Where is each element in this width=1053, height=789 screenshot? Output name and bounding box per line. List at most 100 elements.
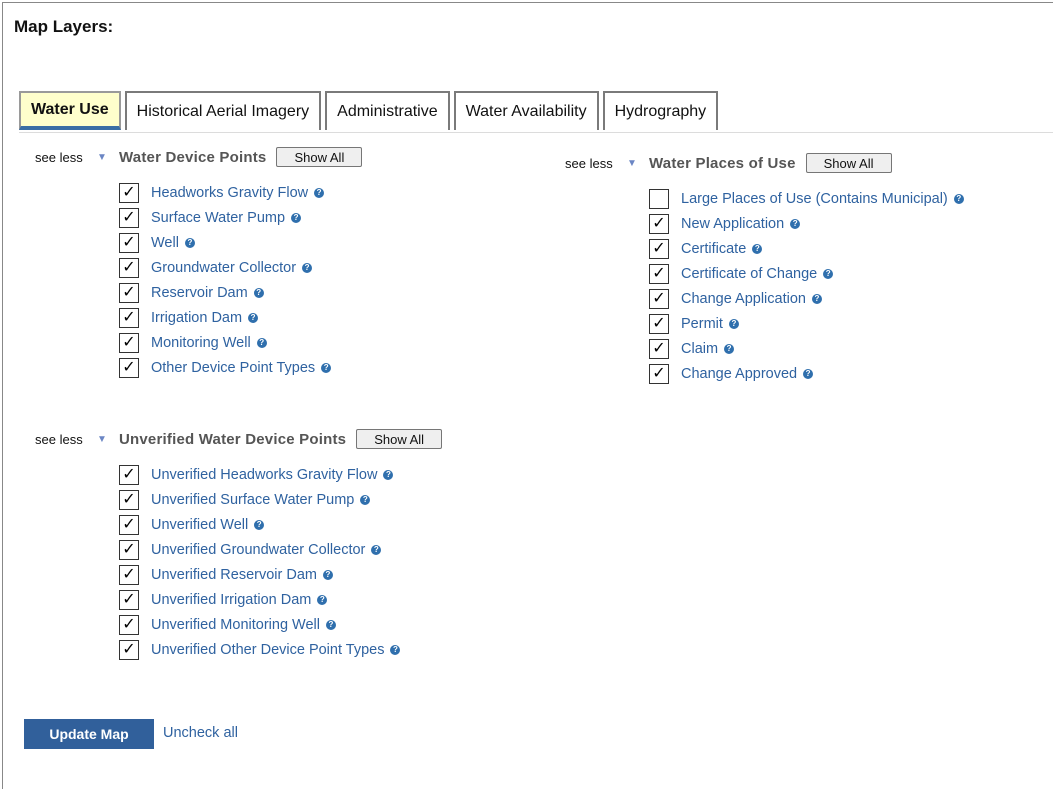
layer-checkbox[interactable]: ✓: [119, 614, 139, 635]
layer-label[interactable]: Unverified Irrigation Dam: [151, 592, 311, 608]
layer-label[interactable]: Permit: [681, 316, 723, 332]
help-icon[interactable]: ?: [724, 343, 735, 354]
help-icon[interactable]: ?: [248, 312, 259, 323]
layer-label[interactable]: Unverified Surface Water Pump: [151, 492, 354, 508]
layer-label[interactable]: Surface Water Pump: [151, 210, 285, 226]
help-icon[interactable]: ?: [321, 362, 332, 373]
layer-label[interactable]: Unverified Well: [151, 517, 248, 533]
collapse-caret-icon[interactable]: ▼: [627, 158, 649, 169]
layer-item[interactable]: ✓ Change Approved?: [649, 361, 964, 386]
layer-checkbox[interactable]: ✓: [119, 257, 139, 278]
layer-item[interactable]: ✓ Unverified Headworks Gravity Flow?: [119, 462, 442, 487]
layer-checkbox[interactable]: ✓: [119, 182, 139, 203]
layer-checkbox[interactable]: ✓: [649, 363, 669, 384]
layer-item[interactable]: ✓ Groundwater Collector?: [119, 255, 362, 280]
help-icon[interactable]: ?: [953, 193, 964, 204]
layer-label[interactable]: Headworks Gravity Flow: [151, 185, 308, 201]
layer-item[interactable]: ✓ Unverified Well?: [119, 512, 442, 537]
help-icon[interactable]: ?: [371, 544, 382, 555]
layer-item[interactable]: ✓ Unverified Other Device Point Types?: [119, 637, 442, 662]
help-icon[interactable]: ?: [823, 268, 834, 279]
layer-item[interactable]: ✓ Well?: [119, 230, 362, 255]
uncheck-all-link[interactable]: Uncheck all: [163, 725, 238, 741]
layer-item[interactable]: ✓ Irrigation Dam?: [119, 305, 362, 330]
layer-item[interactable]: ✓ Certificate of Change?: [649, 261, 964, 286]
layer-checkbox[interactable]: ✓: [119, 207, 139, 228]
layer-label[interactable]: Claim: [681, 341, 718, 357]
layer-checkbox[interactable]: ✓: [119, 514, 139, 535]
layer-label[interactable]: Unverified Headworks Gravity Flow: [151, 467, 377, 483]
layer-item[interactable]: ✓ Change Application?: [649, 286, 964, 311]
layer-item[interactable]: ✓ Claim?: [649, 336, 964, 361]
help-icon[interactable]: ?: [184, 237, 195, 248]
help-icon[interactable]: ?: [323, 569, 333, 580]
layer-checkbox[interactable]: ✓: [119, 307, 139, 328]
tab-administrative[interactable]: Administrative: [325, 91, 450, 130]
help-icon[interactable]: ?: [790, 218, 801, 229]
layer-label[interactable]: Large Places of Use (Contains Municipal): [681, 191, 948, 207]
help-icon[interactable]: ?: [253, 287, 264, 298]
layer-checkbox[interactable]: ✓: [119, 539, 139, 560]
layer-item[interactable]: ✓ Headworks Gravity Flow?: [119, 180, 362, 205]
help-icon[interactable]: ?: [803, 368, 814, 379]
help-icon[interactable]: ?: [256, 337, 267, 348]
layer-label[interactable]: Unverified Reservoir Dam: [151, 567, 317, 583]
show-all-button[interactable]: Show All: [805, 153, 892, 173]
layer-checkbox[interactable]: ✓: [119, 232, 139, 253]
tab-water-availability[interactable]: Water Availability: [453, 91, 599, 130]
layer-checkbox[interactable]: ✓: [649, 288, 669, 309]
layer-checkbox[interactable]: ✓: [119, 332, 139, 353]
layer-item[interactable]: ✓ Unverified Reservoir Dam?: [119, 562, 442, 587]
layer-label[interactable]: Other Device Point Types: [151, 360, 315, 376]
layer-item[interactable]: ✓ Surface Water Pump?: [119, 205, 362, 230]
layer-checkbox[interactable]: ✓: [119, 564, 139, 585]
layer-label[interactable]: Unverified Groundwater Collector: [151, 542, 365, 558]
see-less-link[interactable]: see less: [35, 150, 97, 165]
help-icon[interactable]: ?: [291, 212, 302, 223]
layer-checkbox[interactable]: ✓: [119, 639, 139, 660]
layer-checkbox[interactable]: ✓: [119, 589, 139, 610]
layer-label[interactable]: Unverified Monitoring Well: [151, 617, 320, 633]
collapse-caret-icon[interactable]: ▼: [97, 152, 119, 163]
layer-label[interactable]: Certificate of Change: [681, 266, 817, 282]
layer-item[interactable]: ✓ Reservoir Dam?: [119, 280, 362, 305]
layer-checkbox[interactable]: ✓: [649, 313, 669, 334]
see-less-link[interactable]: see less: [565, 156, 627, 171]
layer-label[interactable]: Reservoir Dam: [151, 285, 248, 301]
layer-checkbox[interactable]: ✓: [649, 213, 669, 234]
show-all-button[interactable]: Show All: [356, 429, 443, 449]
update-map-button[interactable]: Update Map: [24, 719, 154, 749]
layer-item[interactable]: ✓ Unverified Monitoring Well?: [119, 612, 442, 637]
tab-hydrography[interactable]: Hydrography: [602, 91, 719, 130]
layer-item[interactable]: ✓ Unverified Groundwater Collector?: [119, 537, 442, 562]
help-icon[interactable]: ?: [254, 519, 265, 530]
layer-item[interactable]: ✓ Monitoring Well?: [119, 330, 362, 355]
layer-checkbox[interactable]: ✓: [649, 263, 669, 284]
layer-checkbox[interactable]: ✓: [119, 282, 139, 303]
help-icon[interactable]: ?: [390, 644, 401, 655]
layer-label[interactable]: Groundwater Collector: [151, 260, 296, 276]
layer-label[interactable]: Well: [151, 235, 179, 251]
help-icon[interactable]: ?: [383, 469, 394, 480]
help-icon[interactable]: ?: [317, 594, 328, 605]
tab-historical-aerial-imagery[interactable]: Historical Aerial Imagery: [124, 91, 322, 130]
layer-checkbox[interactable]: ✓: [649, 238, 669, 259]
layer-checkbox[interactable]: ✓: [119, 489, 139, 510]
help-icon[interactable]: ?: [360, 494, 371, 505]
help-icon[interactable]: ?: [752, 243, 763, 254]
layer-item[interactable]: ✓ Unverified Irrigation Dam?: [119, 587, 442, 612]
layer-label[interactable]: Change Approved: [681, 366, 797, 382]
layer-item[interactable]: ✓ Unverified Surface Water Pump?: [119, 487, 442, 512]
layer-label[interactable]: Certificate: [681, 241, 746, 257]
layer-checkbox[interactable]: ✓: [119, 464, 139, 485]
layer-item[interactable]: ✓ Certificate?: [649, 236, 964, 261]
help-icon[interactable]: ?: [325, 619, 336, 630]
layer-item[interactable]: ✓ New Application?: [649, 211, 964, 236]
help-icon[interactable]: ?: [314, 187, 325, 198]
layer-checkbox[interactable]: ✓: [119, 357, 139, 378]
help-icon[interactable]: ?: [302, 262, 313, 273]
show-all-button[interactable]: Show All: [276, 147, 363, 167]
layer-checkbox[interactable]: ✓: [649, 338, 669, 359]
layer-checkbox[interactable]: [649, 188, 669, 209]
layer-item[interactable]: Large Places of Use (Contains Municipal)…: [649, 186, 964, 211]
